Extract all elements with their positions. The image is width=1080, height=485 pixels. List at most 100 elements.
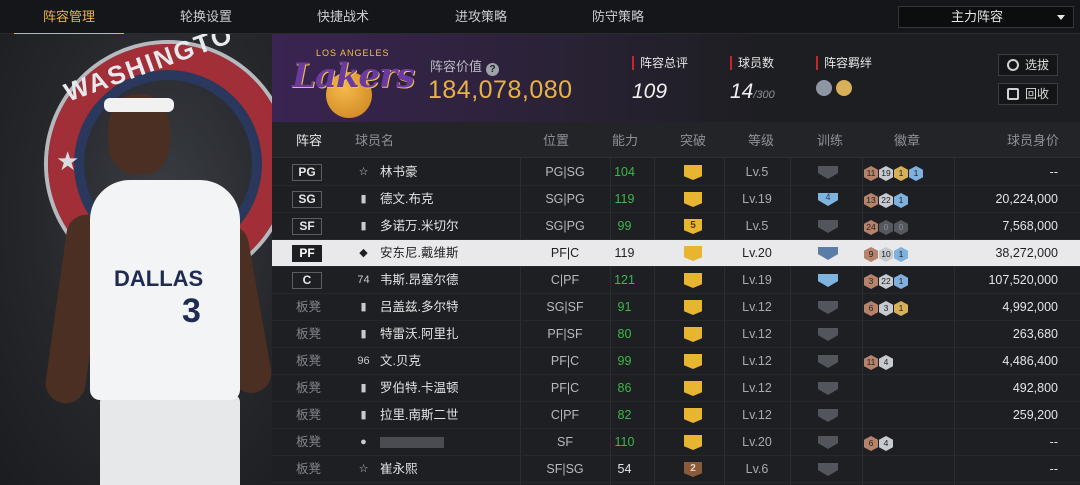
tab-rotation-settings[interactable]: 轮换设置	[151, 0, 261, 34]
tab-offense-strategy[interactable]: 进攻策略	[426, 0, 536, 34]
player-name[interactable]: 崔永熙	[380, 456, 418, 483]
player-salary: --	[1049, 435, 1058, 449]
breakthrough-crown-icon[interactable]	[684, 435, 702, 450]
tab-quick-tactics[interactable]: 快捷战术	[288, 0, 398, 34]
tab-lineup-management[interactable]: 阵容管理	[14, 0, 124, 35]
slot-bench[interactable]: 板凳	[296, 321, 321, 348]
slot-position-tag[interactable]: PG	[292, 164, 322, 181]
col-salary[interactable]: 球员身价	[1007, 122, 1059, 158]
select-button-label: 选拔	[1024, 58, 1049, 72]
slot-bench[interactable]: 板凳	[296, 348, 321, 375]
breakthrough-crown-icon[interactable]	[684, 327, 702, 342]
table-row[interactable]: 板凳 ☆ 崔永熙 SF|SG 54 2 Lv.6 --	[272, 456, 1080, 483]
table-row[interactable]: PF ◆ 安东尼.戴维斯 PF|C 119 Lv.20 9 10 1 38,272,000	[272, 240, 1080, 267]
badge-list[interactable]: 631	[864, 300, 909, 316]
table-row[interactable]: 板凳 96 文.贝克 PF|C 99 Lv.12 11 4 4,486,400	[272, 348, 1080, 375]
table-row[interactable]: SF ▮ 多诺万.米切尔 SG|PG 99 5 Lv.5 24 0 0 7,568,000	[272, 213, 1080, 240]
player-name[interactable]: 拉里.南斯二世	[380, 402, 458, 429]
col-training[interactable]: 训练	[817, 122, 843, 158]
breakthrough-crown-icon[interactable]: 2	[684, 462, 702, 477]
table-row[interactable]: 板凳 ▮ 罗伯特.卡温顿 PF|C 86 Lv.12 492,800	[272, 375, 1080, 402]
table-row[interactable]: SG ▮ 德文.布克 SG|PG 119 Lv.19 4 13 22 1 20,224,000	[272, 186, 1080, 213]
player-name[interactable]: 文.贝克	[380, 348, 421, 375]
breakthrough-crown-icon[interactable]	[684, 273, 702, 288]
training-shield-icon[interactable]	[818, 382, 838, 395]
player-name[interactable]: 多诺万.米切尔	[380, 213, 458, 240]
select-button[interactable]: 选拔	[998, 54, 1058, 76]
player-name[interactable]: 罗伯特.卡温顿	[380, 375, 458, 402]
slot-bench[interactable]: 板凳	[296, 429, 321, 456]
stat-overall-label: 阵容总评	[632, 56, 688, 70]
tab-defense-strategy[interactable]: 防守策略	[563, 0, 673, 34]
bond-icon-silver[interactable]	[816, 80, 832, 96]
breakthrough-crown-icon[interactable]	[684, 192, 702, 207]
training-shield-icon[interactable]	[818, 436, 838, 449]
lineup-dropdown[interactable]: 主力阵容	[898, 6, 1074, 28]
player-name[interactable]: 德文.布克	[380, 186, 433, 213]
slot-bench[interactable]: 板凳	[296, 375, 321, 402]
breakthrough-crown-icon[interactable]: 5	[684, 219, 702, 234]
slot-position-tag[interactable]: C	[292, 272, 322, 289]
breakthrough-crown-icon[interactable]	[684, 246, 702, 261]
player-name[interactable]: 林书豪	[380, 159, 418, 186]
table-row[interactable]: PG ☆ 林书豪 PG|SG 104 Lv.5 11 19 1 1 --	[272, 159, 1080, 186]
badge-list[interactable]: 3 22 1	[864, 273, 909, 289]
badge-list[interactable]: 11 19 1 1	[864, 165, 924, 181]
slot-bench[interactable]: 板凳	[296, 456, 321, 483]
badge-list[interactable]: 24 0 0	[864, 219, 909, 235]
table-row[interactable]: C 74 韦斯.昂塞尔德 C|PF 121 Lv.19 3 22 1 107,520,000	[272, 267, 1080, 294]
col-breakthrough[interactable]: 突破	[680, 122, 706, 158]
slot-position-tag[interactable]: SF	[292, 218, 322, 235]
player-type-icon: ▮	[360, 193, 367, 205]
training-shield-icon[interactable]	[818, 274, 838, 287]
player-salary: --	[1049, 165, 1058, 179]
help-icon[interactable]: ?	[486, 63, 500, 76]
player-name[interactable]: 吕盖兹.多尔特	[380, 294, 458, 321]
bond-icon-gold[interactable]	[836, 80, 852, 96]
breakthrough-crown-icon[interactable]	[684, 300, 702, 315]
col-badges[interactable]: 徽章	[894, 122, 920, 158]
table-row[interactable]: 板凳 ▮ 拉里.南斯二世 C|PF 82 Lv.12 259,200	[272, 402, 1080, 429]
slot-position-tag[interactable]: PF	[292, 245, 322, 262]
slot-bench[interactable]: 板凳	[296, 402, 321, 429]
table-row[interactable]: 板凳 ● SF 110 Lv.20 6 4 --	[272, 429, 1080, 456]
slot-position-tag[interactable]: SG	[292, 191, 322, 208]
player-figure: DALLAS 3	[42, 94, 272, 485]
training-shield-icon[interactable]	[818, 247, 838, 260]
table-row[interactable]: 板凳 ▮ 吕盖兹.多尔特 SG|SF 91 Lv.12 6 3 1 4,992,000	[272, 294, 1080, 321]
badge-list[interactable]: 11 4	[864, 354, 894, 370]
player-name[interactable]: 特雷沃.阿里扎	[380, 321, 458, 348]
breakthrough-crown-icon[interactable]	[684, 165, 702, 180]
training-shield-icon[interactable]	[818, 463, 838, 476]
badge-list[interactable]: 64	[864, 435, 894, 451]
badge-list[interactable]: 13 22 1	[864, 192, 909, 208]
slot-bench[interactable]: 板凳	[296, 294, 321, 321]
player-level: Lv.12	[742, 300, 772, 314]
col-level[interactable]: 等级	[748, 122, 774, 158]
player-name[interactable]: 韦斯.昂塞尔德	[380, 267, 458, 294]
training-shield-icon[interactable]	[818, 328, 838, 341]
bond-icons[interactable]	[816, 80, 872, 100]
training-shield-icon[interactable]	[818, 409, 838, 422]
training-shield-icon[interactable]	[818, 166, 838, 179]
training-shield-icon[interactable]	[818, 355, 838, 368]
col-rating[interactable]: 能力	[612, 122, 638, 158]
training-shield-icon[interactable]	[818, 301, 838, 314]
badge-list[interactable]: 9 10 1	[864, 246, 909, 262]
player-name[interactable]: 安东尼.戴维斯	[380, 240, 458, 267]
player-type-icon: ☆	[358, 463, 369, 475]
recycle-button[interactable]: 回收	[998, 83, 1058, 105]
breakthrough-crown-icon[interactable]	[684, 381, 702, 396]
breakthrough-crown-icon[interactable]	[684, 354, 702, 369]
table-row[interactable]: 板凳 ▮ 特雷沃.阿里扎 PF|SF 80 Lv.12 263,680	[272, 321, 1080, 348]
col-name[interactable]: 球员名	[355, 122, 394, 158]
col-position[interactable]: 位置	[543, 122, 569, 158]
player-position: SF	[557, 435, 573, 449]
training-shield-icon[interactable]: 4	[818, 193, 838, 206]
player-rating: 104	[614, 165, 635, 179]
training-shield-icon[interactable]	[818, 220, 838, 233]
breakthrough-crown-icon[interactable]	[684, 408, 702, 423]
player-jersey: DALLAS 3	[90, 180, 240, 400]
stat-bonds: 阵容羁绊	[816, 56, 872, 100]
col-slot[interactable]: 阵容	[296, 122, 322, 158]
